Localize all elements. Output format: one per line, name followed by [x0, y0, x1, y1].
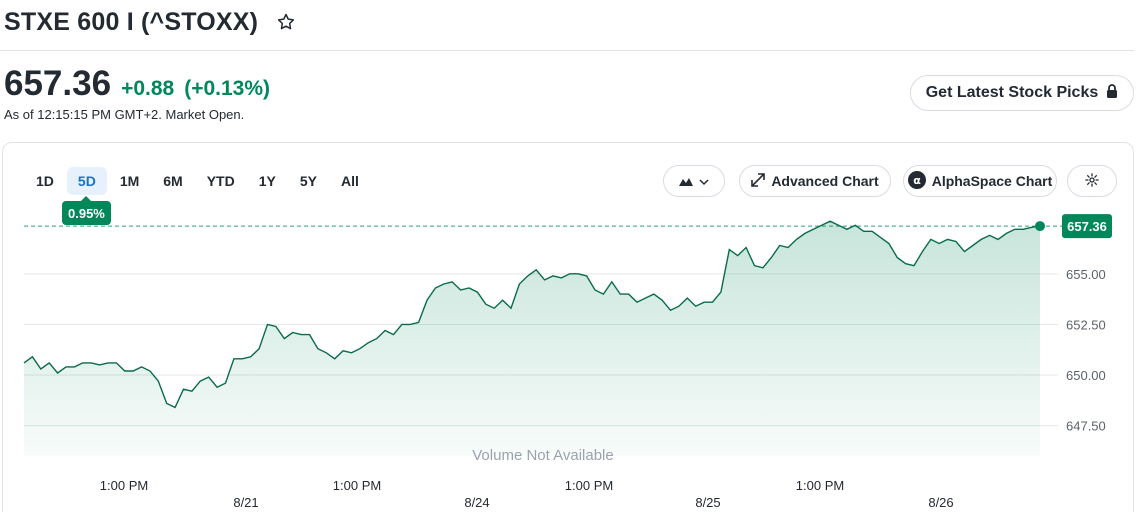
x-date-label: 8/26: [928, 495, 953, 510]
y-tick-label: 650.00: [1066, 368, 1106, 383]
x-date-label: 8/25: [695, 495, 720, 510]
last-price-tag-label: 657.36: [1067, 219, 1107, 234]
y-tick-label: 647.50: [1066, 419, 1106, 434]
y-tick-label: 652.50: [1066, 317, 1106, 332]
x-time-label: 1:00 PM: [333, 478, 381, 493]
price-area-fill: [24, 221, 1040, 456]
volume-not-available-note: Volume Not Available: [472, 447, 613, 464]
x-time-label: 1:00 PM: [100, 478, 148, 493]
price-chart[interactable]: 647.50 650.00 652.50 655.00 1:00 PM 1:00 PM 1:…: [0, 0, 1142, 512]
x-time-label: 1:00 PM: [565, 478, 613, 493]
y-tick-label: 655.00: [1066, 267, 1106, 282]
x-date-label: 8/24: [464, 495, 489, 510]
x-time-label: 1:00 PM: [796, 478, 844, 493]
last-price-dot: [1035, 221, 1045, 232]
x-date-label: 8/21: [233, 495, 258, 510]
